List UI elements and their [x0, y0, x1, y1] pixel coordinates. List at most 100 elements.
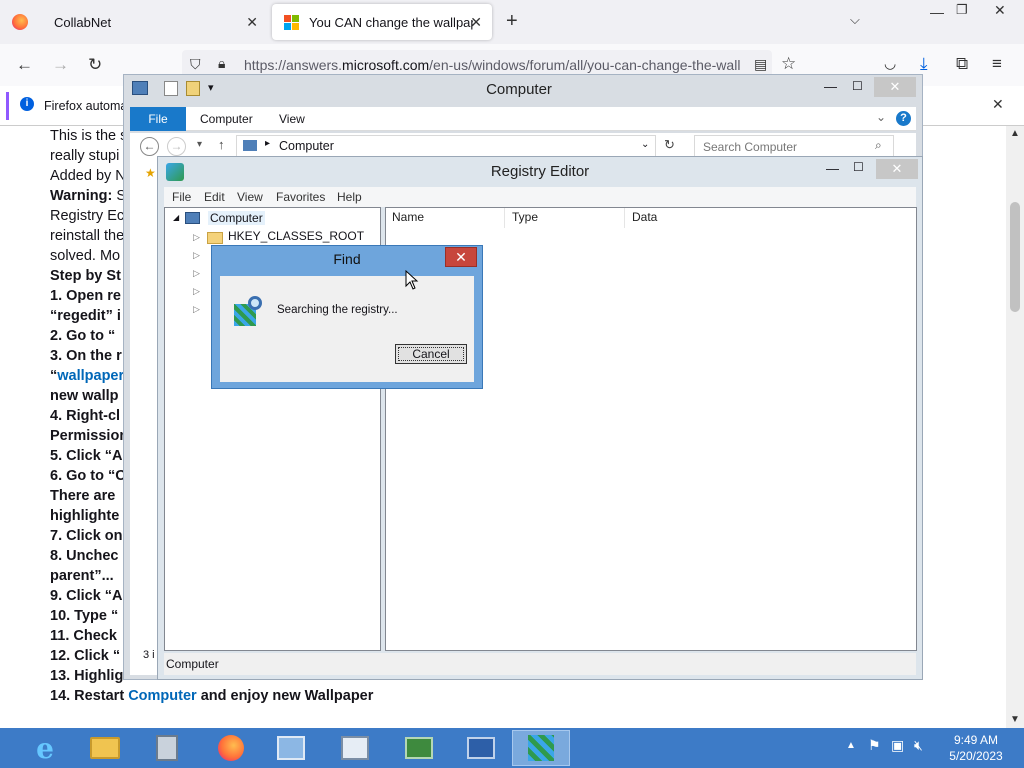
registry-editor-taskbar-icon[interactable]: [512, 730, 570, 766]
forward-icon[interactable]: →: [167, 137, 186, 156]
address-dropdown-icon[interactable]: ⌄: [641, 139, 649, 150]
show-hidden-icons[interactable]: ▲: [846, 740, 856, 751]
search-icon[interactable]: ⌕: [875, 138, 882, 153]
lock-icon[interactable]: 🔒︎: [218, 55, 225, 72]
page-scrollbar[interactable]: [1006, 126, 1024, 728]
back-icon[interactable]: ←: [16, 55, 33, 75]
menu-favorites[interactable]: Favorites: [276, 190, 325, 204]
tracking-shield-icon[interactable]: ⛉: [190, 56, 201, 73]
computer-link[interactable]: Computer: [128, 688, 196, 704]
firefox-icon[interactable]: [202, 730, 260, 766]
expand-arrow-icon[interactable]: ▷: [193, 232, 200, 243]
restore-button[interactable]: ❐: [956, 2, 968, 18]
bookmark-star-icon[interactable]: ☆: [781, 54, 796, 74]
cancel-button[interactable]: Cancel: [395, 344, 467, 364]
clock-date[interactable]: 5/20/2023: [946, 749, 1006, 763]
column-divider[interactable]: [504, 208, 505, 228]
computer-icon: [185, 212, 200, 224]
minimize-button[interactable]: —: [930, 4, 944, 20]
address-text: Computer: [279, 139, 334, 153]
dialog-message: Searching the registry...: [277, 304, 398, 316]
microsoft-logo-icon: [284, 14, 299, 30]
tab-wallpaper[interactable]: You CAN change the wallpaper ✕: [272, 4, 492, 40]
expand-ribbon-icon[interactable]: ⌄: [876, 110, 886, 124]
close-window-button[interactable]: ✕: [994, 2, 1006, 19]
maximize-button[interactable]: ☐: [852, 79, 863, 93]
firefox-icon: [12, 14, 28, 30]
search-placeholder: Search Computer: [703, 140, 798, 154]
column-header-data[interactable]: Data: [632, 210, 657, 224]
close-tab-icon[interactable]: ✕: [470, 14, 482, 31]
tree-root-label[interactable]: Computer: [208, 211, 265, 225]
menu-file[interactable]: File: [172, 190, 191, 204]
close-button[interactable]: ✕: [874, 77, 916, 97]
expand-arrow-icon[interactable]: ▷: [193, 286, 200, 297]
wallpaper-link[interactable]: wallpaper: [57, 368, 124, 384]
expand-arrow-icon[interactable]: ▷: [193, 268, 200, 279]
clock-time[interactable]: 9:49 AM: [946, 733, 1006, 747]
menu-view[interactable]: View: [237, 190, 263, 204]
minimize-button[interactable]: —: [826, 161, 839, 176]
menu-help[interactable]: Help: [337, 190, 362, 204]
scroll-up-icon[interactable]: ▲: [1010, 128, 1020, 139]
tab-collabnet[interactable]: CollabNet ✕: [0, 4, 268, 40]
downloads-icon[interactable]: ⤓: [920, 54, 928, 74]
forward-icon[interactable]: →: [52, 55, 69, 75]
pocket-icon[interactable]: ◡: [884, 55, 896, 72]
network-computer-icon[interactable]: [452, 730, 510, 766]
collapse-arrow-icon[interactable]: ◢: [173, 213, 179, 222]
maximize-button[interactable]: ☐: [853, 160, 864, 174]
ribbon-tab-file[interactable]: File: [130, 107, 186, 131]
folder-icon: [207, 232, 223, 244]
explorer-title-bar[interactable]: ▾ Computer — ☐ ✕: [124, 75, 922, 105]
menu-edit[interactable]: Edit: [204, 190, 225, 204]
ribbon-tab-view[interactable]: View: [279, 112, 305, 126]
window-title: Registry Editor: [490, 163, 590, 180]
close-button[interactable]: ✕: [876, 159, 918, 179]
tab-title: You CAN change the wallpaper: [309, 14, 473, 30]
reload-icon[interactable]: ↻: [88, 55, 102, 75]
expand-arrow-icon[interactable]: ▷: [193, 304, 200, 315]
file-explorer-icon[interactable]: [76, 730, 134, 766]
column-header-type[interactable]: Type: [512, 210, 538, 224]
list-tabs-icon[interactable]: ⌵: [850, 12, 860, 28]
extensions-icon[interactable]: ⧉: [956, 54, 968, 74]
minimize-button[interactable]: —: [824, 79, 837, 94]
new-tab-button[interactable]: +: [506, 10, 518, 33]
search-registry-icon: [234, 296, 266, 326]
network-icon[interactable]: ▣: [891, 737, 904, 754]
back-icon[interactable]: ←: [140, 137, 159, 156]
refresh-icon[interactable]: ↻: [664, 137, 675, 153]
scroll-down-icon[interactable]: ▼: [1010, 714, 1020, 725]
step-line: 14. Restart Computer and enjoy new Wallp…: [50, 688, 374, 704]
status-bar: Computer: [164, 653, 916, 675]
breadcrumb-arrow-icon: ▸: [265, 138, 271, 149]
server-manager-icon[interactable]: [138, 730, 196, 766]
menu-icon[interactable]: ≡: [992, 54, 1002, 74]
expand-arrow-icon[interactable]: ▷: [193, 250, 200, 261]
close-tab-icon[interactable]: ✕: [246, 14, 258, 31]
item-count: 3 i: [143, 649, 155, 661]
help-icon[interactable]: ?: [896, 111, 911, 126]
internet-explorer-icon[interactable]: e: [16, 730, 74, 766]
reader-view-icon[interactable]: ▤: [754, 56, 767, 73]
close-dialog-button[interactable]: ✕: [445, 247, 477, 267]
volume-muted-icon[interactable]: 🔇︎: [914, 737, 923, 754]
remote-desktop-icon[interactable]: [390, 730, 448, 766]
search-input[interactable]: Search Computer ⌕: [694, 135, 894, 157]
column-header-name[interactable]: Name: [392, 210, 424, 224]
ribbon-tab-computer[interactable]: Computer: [200, 112, 253, 126]
control-panel-icon[interactable]: [262, 730, 320, 766]
info-icon: i: [20, 97, 34, 111]
column-divider[interactable]: [624, 208, 625, 228]
tree-item-label[interactable]: HKEY_CLASSES_ROOT: [228, 229, 364, 243]
scrollbar-thumb[interactable]: [1010, 202, 1020, 312]
action-center-flag-icon[interactable]: ⚑: [868, 737, 881, 754]
recent-locations-icon[interactable]: ▾: [197, 139, 202, 150]
up-icon[interactable]: ↑: [218, 137, 225, 152]
address-bar[interactable]: ▸ Computer ⌄: [236, 135, 656, 157]
registry-editor-window: Registry Editor — ☐ ✕ File Edit View Fav…: [157, 156, 923, 680]
menu-bar: File Edit View Favorites Help: [164, 187, 916, 207]
performance-monitor-icon[interactable]: [326, 730, 384, 766]
close-notification-icon[interactable]: ✕: [992, 96, 1004, 113]
